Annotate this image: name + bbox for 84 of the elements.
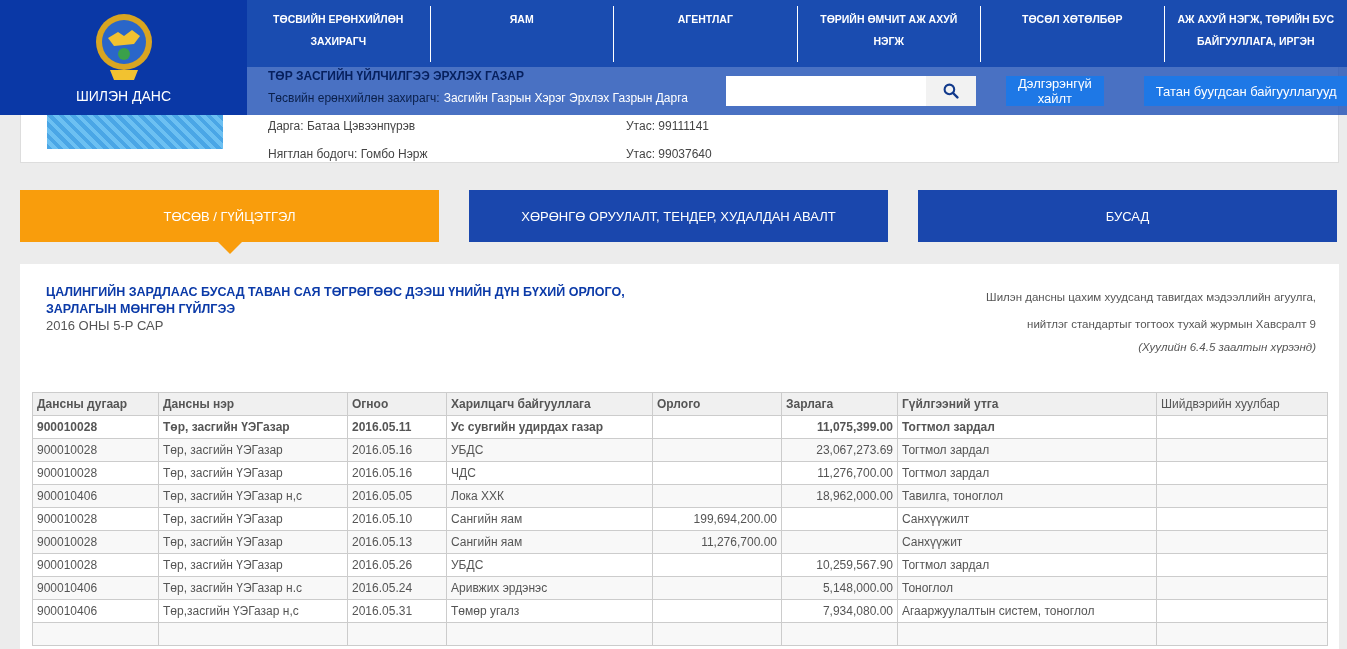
- table-cell: 900010028: [32, 530, 159, 554]
- search-button[interactable]: [926, 76, 976, 106]
- table-cell: 900010406: [32, 599, 159, 623]
- logo-panel[interactable]: ШИЛЭН ДАНС: [0, 0, 247, 115]
- site-title: ШИЛЭН ДАНС: [75, 87, 172, 104]
- table-cell: 2016.05.10: [347, 507, 447, 531]
- table-cell: Төр, засгийн ҮЭГазар: [158, 415, 348, 439]
- table-cell: Төр, засгийн ҮЭГазар: [158, 438, 348, 462]
- search-icon: [943, 83, 959, 99]
- nav-link[interactable]: АЖ АХУЙ НЭГЖ, ТӨРИЙН БУС БАЙГУУЛЛАГА, ИРГЭН: [1164, 6, 1347, 62]
- regulation-note: нийтлэг стандартыг тогтоох тухай журмын Хавсралт 9: [1026, 317, 1316, 332]
- regulation-note: Шилэн дансны цахим хуудсанд тавигдах мэдээллийн агуулга,: [986, 290, 1316, 305]
- table-cell: Санхүүжит: [897, 530, 1157, 554]
- column-header: Огноо: [347, 392, 447, 416]
- table-cell: Сангийн яам: [446, 507, 653, 531]
- org-title: ТӨР ЗАСГИЙН ҮЙЛЧИЛГЭЭ ЭРХЛЭХ ГАЗАР: [268, 69, 524, 85]
- nav-link[interactable]: ТӨРИЙН ӨМЧИТ АЖ АХУЙ НЭГЖ: [797, 6, 981, 62]
- table-cell: Төр, засгийн ҮЭГазар: [158, 461, 348, 485]
- table-cell: 23,067,273.69: [781, 438, 898, 462]
- table-cell: Тоноглол: [897, 576, 1157, 600]
- table-cell: Төр, засгийн ҮЭГазар н,с: [158, 484, 348, 508]
- table-cell: УБДС: [446, 438, 653, 462]
- table-cell: Тогтмол зардал: [897, 415, 1157, 439]
- header-button[interactable]: Татан буугдсан байгууллагууд: [1143, 76, 1347, 106]
- law-note: (Хуулийн 6.4.5 заалтын хүрээнд): [1137, 340, 1316, 355]
- contact-person: Нягтлан бодогч: Гомбо Нэрж: [268, 147, 429, 163]
- table-cell: 11,276,700.00: [652, 530, 782, 554]
- table-cell: 2016.05.26: [347, 553, 447, 577]
- table-cell: Төмөр угалз: [446, 599, 653, 623]
- table-cell: Төр,засгийн ҮЭГазар н,с: [158, 599, 348, 623]
- table-cell: 2016.05.31: [347, 599, 447, 623]
- column-header: Зарлага: [781, 392, 898, 416]
- column-header: Гүйлгээний утга: [897, 392, 1157, 416]
- contact-phone: Утас: 99111141: [626, 119, 710, 135]
- table-cell: УБДС: [446, 553, 653, 577]
- table-cell: 900010028: [32, 507, 159, 531]
- table-cell: 900010028: [32, 415, 159, 439]
- table-cell: 900010028: [32, 438, 159, 462]
- table-cell: Төр, засгийн ҮЭГазар н.с: [158, 576, 348, 600]
- table-cell: Тогтмол зардал: [897, 438, 1157, 462]
- table-cell: Төр, засгийн ҮЭГазар: [158, 530, 348, 554]
- contact-phone: Утас: 99037640: [626, 147, 712, 163]
- nav-link[interactable]: ТӨСӨЛ ХӨТӨЛБӨР: [981, 6, 1165, 62]
- nav-link[interactable]: ТӨСВИЙН ЕРӨНХИЙЛӨН ЗАХИРАГЧ: [247, 6, 431, 62]
- table-cell: Тогтмол зардал: [897, 553, 1157, 577]
- table-cell: Төр, засгийн ҮЭГазар: [158, 553, 348, 577]
- column-header: Шийдвэрийн хуулбар: [1156, 392, 1328, 416]
- nav-link[interactable]: ЯАМ: [430, 6, 614, 62]
- table-cell: ЧДС: [446, 461, 653, 485]
- column-header: Дансны дугаар: [32, 392, 159, 416]
- column-header: Харилцагч байгууллага: [446, 392, 653, 416]
- table-cell: Ус сувгийн удирдах газар: [446, 415, 653, 439]
- contact-person: Дарга: Батаа Цэвээнпүрэв: [268, 119, 417, 135]
- table-cell: 900010406: [32, 576, 159, 600]
- table-cell: Сангийн яам: [446, 530, 653, 554]
- section-tab[interactable]: БУСАД: [918, 190, 1337, 242]
- table-cell: 2016.05.11: [347, 415, 447, 439]
- table-cell: 199,694,200.00: [652, 507, 782, 531]
- table-cell: 11,276,700.00: [781, 461, 898, 485]
- manager-label: Төсвийн ерөнхийлөн захирагч:: [268, 91, 440, 105]
- header-button[interactable]: Дэлгэрэнгүй хайлт: [1006, 76, 1104, 106]
- table-cell: 900010028: [32, 553, 159, 577]
- table-cell: 18,962,000.00: [781, 484, 898, 508]
- manager-link[interactable]: Засгийн Газрын Хэрэг Эрхлэх Газрын Дарга: [443, 91, 688, 105]
- table-cell: Төр, засгийн ҮЭГазар: [158, 507, 348, 531]
- table-cell: Санхүүжилт: [897, 507, 1157, 531]
- table-cell: 7,934,080.00: [781, 599, 898, 623]
- report-period: 2016 ОНЫ 5-Р САР: [46, 318, 165, 333]
- column-header: Орлого: [652, 392, 782, 416]
- nav-link[interactable]: АГЕНТЛАГ: [614, 6, 798, 62]
- table-cell: 5,148,000.00: [781, 576, 898, 600]
- table-cell: Тавилга, тоноглол: [897, 484, 1157, 508]
- table-cell: 2016.05.16: [347, 461, 447, 485]
- section-tab[interactable]: ХӨРӨНГӨ ОРУУЛАЛТ, ТЕНДЕР, ХУДАЛДАН АВАЛТ: [469, 190, 888, 242]
- column-header: Дансны нэр: [158, 392, 348, 416]
- table-cell: 900010028: [32, 461, 159, 485]
- table-cell: Тогтмол зардал: [897, 461, 1157, 485]
- table-cell: 11,075,399.00: [781, 415, 898, 439]
- table-cell: Агааржуулалтын систем, тоноглол: [897, 599, 1157, 623]
- report-title: ЦАЛИНГИЙН ЗАРДЛААС БУСАД ТАВАН САЯ ТӨГРӨГӨӨС ДЭЭШ ҮНИЙН ДҮН БҮХИЙ ОРЛОГО, ЗАРЛАГЫН МӨНГӨН ГҮЙЛГЭЭ: [46, 284, 626, 318]
- table-cell: 900010406: [32, 484, 159, 508]
- table-cell: 10,259,567.90: [781, 553, 898, 577]
- table-cell: Лока ХХК: [446, 484, 653, 508]
- table-cell: Аривжих эрдэнэс: [446, 576, 653, 600]
